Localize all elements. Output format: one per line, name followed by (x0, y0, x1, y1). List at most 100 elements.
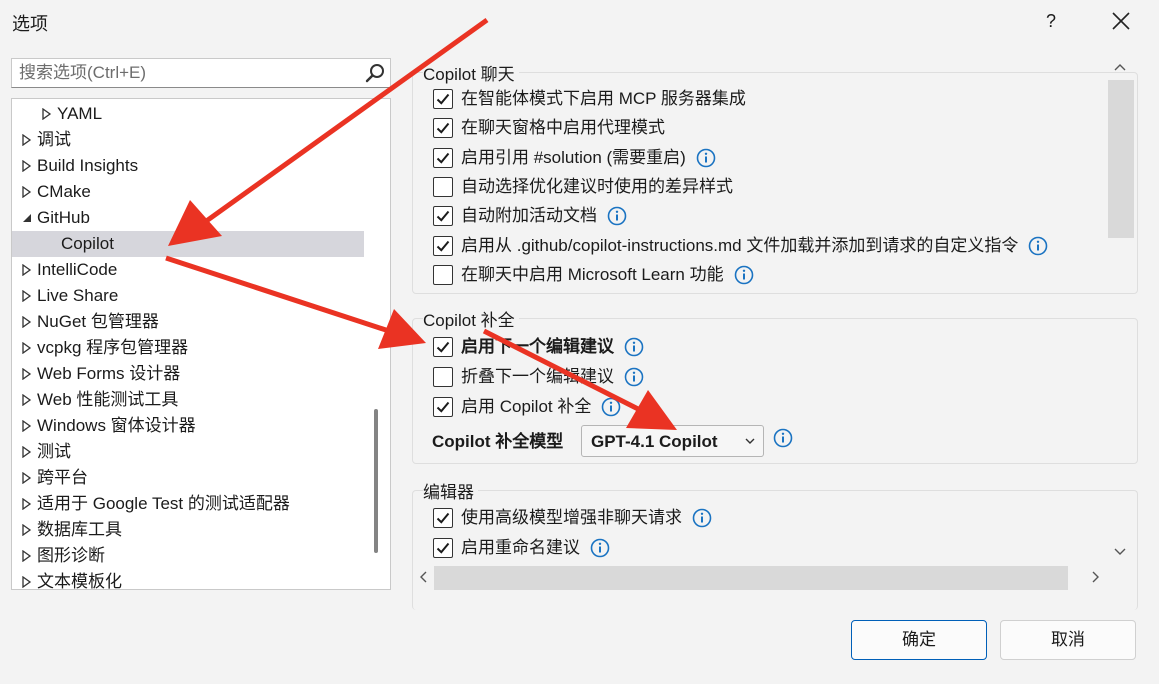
search-input[interactable] (12, 59, 352, 87)
tree-item[interactable]: 图形诊断 (12, 543, 364, 569)
tree-item-label: Web Forms 设计器 (37, 364, 181, 383)
tree-item[interactable]: 数据库工具 (12, 517, 364, 543)
info-icon[interactable] (607, 206, 627, 226)
option-label: 启用 Copilot 补全 (461, 397, 592, 416)
tree-item-label: 跨平台 (37, 468, 88, 487)
option-label: 在聊天窗格中启用代理模式 (461, 118, 665, 138)
collapsed-arrow-icon[interactable] (21, 179, 33, 205)
checkmark-icon (436, 401, 450, 413)
tree-scrollbar-thumb[interactable] (374, 409, 378, 553)
expanded-arrow-icon[interactable] (21, 205, 33, 231)
collapsed-arrow-icon[interactable] (21, 465, 33, 491)
tree-item[interactable]: vcpkg 程序包管理器 (12, 335, 364, 361)
tree-item[interactable]: 调试 (12, 127, 364, 153)
checkmark-icon (436, 240, 450, 252)
options-vertical-scrollbar-thumb[interactable] (1108, 80, 1134, 238)
option-label: 自动选择优化建议时使用的差异样式 (461, 176, 733, 196)
tree-item[interactable]: 跨平台 (12, 465, 364, 491)
checkbox-unchecked[interactable] (433, 367, 453, 387)
tree-item[interactable]: Live Share (12, 283, 364, 309)
info-icon[interactable] (734, 265, 754, 285)
tree-item-label: 测试 (37, 442, 71, 461)
group-title-editor: 编辑器 (423, 478, 478, 503)
tree-item[interactable]: Copilot (12, 231, 364, 257)
tree-item[interactable]: NuGet 包管理器 (12, 309, 364, 335)
checkbox-unchecked[interactable] (433, 176, 453, 197)
search-icon[interactable] (364, 62, 386, 84)
scroll-right-icon[interactable] (1091, 570, 1101, 584)
tree-item-label: 文本模板化 (37, 572, 122, 590)
tree-item[interactable]: YAML (12, 101, 364, 127)
info-icon[interactable] (624, 337, 644, 357)
collapsed-arrow-icon[interactable] (21, 127, 33, 153)
checkbox-checked[interactable] (433, 337, 453, 357)
collapsed-arrow-icon[interactable] (21, 361, 33, 387)
tree-item[interactable]: CMake (12, 179, 364, 205)
checkbox-checked[interactable] (433, 118, 453, 139)
checkmark-icon (436, 152, 450, 164)
checkbox-checked[interactable] (433, 397, 453, 417)
collapsed-arrow-icon[interactable] (21, 517, 33, 543)
completion-model-label: Copilot 补全模型 (432, 432, 564, 451)
tree-item-label: CMake (37, 182, 91, 201)
completion-model-value: GPT-4.1 Copilot (591, 432, 718, 451)
completion-model-dropdown[interactable]: GPT-4.1 Copilot (581, 425, 764, 457)
info-icon[interactable] (773, 428, 793, 448)
tree-item[interactable]: Web Forms 设计器 (12, 361, 364, 387)
checkbox-checked[interactable] (433, 538, 453, 558)
tree-item-label: Live Share (37, 286, 119, 305)
help-button[interactable]: ? (1036, 6, 1066, 36)
collapsed-arrow-icon[interactable] (21, 413, 33, 439)
info-icon[interactable] (1028, 236, 1048, 256)
tree-item[interactable]: Build Insights (12, 153, 364, 179)
collapsed-arrow-icon[interactable] (21, 335, 33, 361)
tree-item-label: 图形诊断 (37, 546, 105, 565)
ok-button[interactable]: 确定 (851, 620, 987, 660)
search-box[interactable] (11, 58, 391, 88)
checkbox-checked[interactable] (433, 206, 453, 227)
cancel-button[interactable]: 取消 (1000, 620, 1136, 660)
info-icon[interactable] (692, 508, 712, 528)
option-label: 自动附加活动文档 (461, 206, 597, 226)
checkbox-unchecked[interactable] (433, 264, 453, 285)
tree-item-label: 数据库工具 (37, 520, 122, 539)
tree-item[interactable]: 文本模板化 (12, 569, 364, 590)
scroll-up-icon[interactable] (1113, 62, 1127, 72)
info-icon[interactable] (590, 538, 610, 558)
tree-item[interactable]: IntelliCode (12, 257, 364, 283)
close-button[interactable] (1104, 6, 1138, 36)
collapsed-arrow-icon[interactable] (21, 439, 33, 465)
collapsed-arrow-icon[interactable] (21, 309, 33, 335)
tree-item-label: vcpkg 程序包管理器 (37, 338, 189, 357)
collapsed-arrow-icon[interactable] (21, 491, 33, 517)
scroll-left-icon[interactable] (418, 570, 428, 584)
scroll-down-icon[interactable] (1113, 547, 1127, 557)
checkmark-icon (436, 512, 450, 524)
checkbox-checked[interactable] (433, 508, 453, 528)
collapsed-arrow-icon[interactable] (41, 101, 53, 127)
collapsed-arrow-icon[interactable] (21, 153, 33, 179)
options-tree[interactable]: YAML 调试 Build Insights CMake GitHub Copilot In… (11, 98, 391, 590)
checkbox-checked[interactable] (433, 89, 453, 109)
checkmark-icon (436, 211, 450, 222)
info-icon[interactable] (601, 397, 621, 417)
info-icon[interactable] (624, 367, 644, 387)
tree-item-label: Build Insights (37, 156, 139, 175)
tree-item[interactable]: 适用于 Google Test 的测试适配器 (12, 491, 364, 517)
tree-item[interactable]: Windows 窗体设计器 (12, 413, 364, 439)
collapsed-arrow-icon[interactable] (21, 387, 33, 413)
collapsed-arrow-icon[interactable] (21, 569, 33, 589)
option-label: 在智能体模式下启用 MCP 服务器集成 (461, 89, 746, 108)
tree-item[interactable]: 测试 (12, 439, 364, 465)
tree-item[interactable]: Web 性能测试工具 (12, 387, 364, 413)
tree-item[interactable]: GitHub (12, 205, 364, 231)
checkmark-icon (436, 341, 450, 353)
checkbox-checked[interactable] (433, 235, 453, 256)
collapsed-arrow-icon[interactable] (21, 283, 33, 309)
collapsed-arrow-icon[interactable] (21, 257, 33, 283)
options-horizontal-scrollbar-thumb[interactable] (434, 566, 1068, 590)
option-label: 启用重命名建议 (461, 538, 580, 557)
checkbox-checked[interactable] (433, 147, 453, 168)
info-icon[interactable] (696, 148, 716, 168)
collapsed-arrow-icon[interactable] (21, 543, 33, 569)
